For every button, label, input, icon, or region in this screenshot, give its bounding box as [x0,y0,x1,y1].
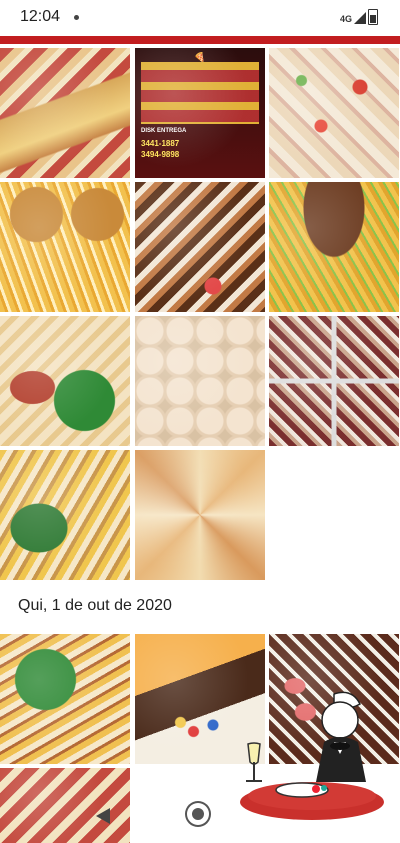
photo-thumbnail[interactable] [135,316,265,446]
photo-thumbnail[interactable] [269,48,399,178]
photo-thumbnail[interactable] [135,182,265,312]
notification-dot-icon [74,15,79,20]
flyer-menu-list [141,62,259,124]
flyer-phone-2: 3494-9898 [141,150,180,159]
photo-thumbnail[interactable] [0,48,130,178]
photo-thumbnail[interactable] [269,182,399,312]
status-bar: 12:04 4G [0,0,400,36]
signal-icon [354,12,366,24]
battery-icon [368,9,378,25]
photo-thumbnail[interactable] [135,450,265,580]
flyer-phone-1: 3441-1887 [141,139,180,148]
network-type: 4G [339,14,352,24]
photo-thumbnail[interactable] [269,316,399,446]
photo-thumbnail[interactable] [0,634,130,764]
top-accent-bar [0,36,400,44]
status-time: 12:04 [20,8,61,25]
menu-flyer-thumbnail[interactable]: 🍕 DISK ENTREGA 3441-1887 3494-9898 [135,48,265,178]
flyer-logo: 🍕 [194,52,206,62]
photo-thumbnail[interactable] [0,316,130,446]
date-section-heading: Qui, 1 de out de 2020 [18,597,172,614]
flyer-phones: 3441-1887 3494-9898 [141,138,179,160]
flyer-delivery-label: DISK ENTREGA [141,128,187,134]
home-icon[interactable] [185,801,211,827]
photo-thumbnail[interactable] [0,182,130,312]
back-icon[interactable] [96,808,110,824]
photo-thumbnail[interactable] [0,450,130,580]
